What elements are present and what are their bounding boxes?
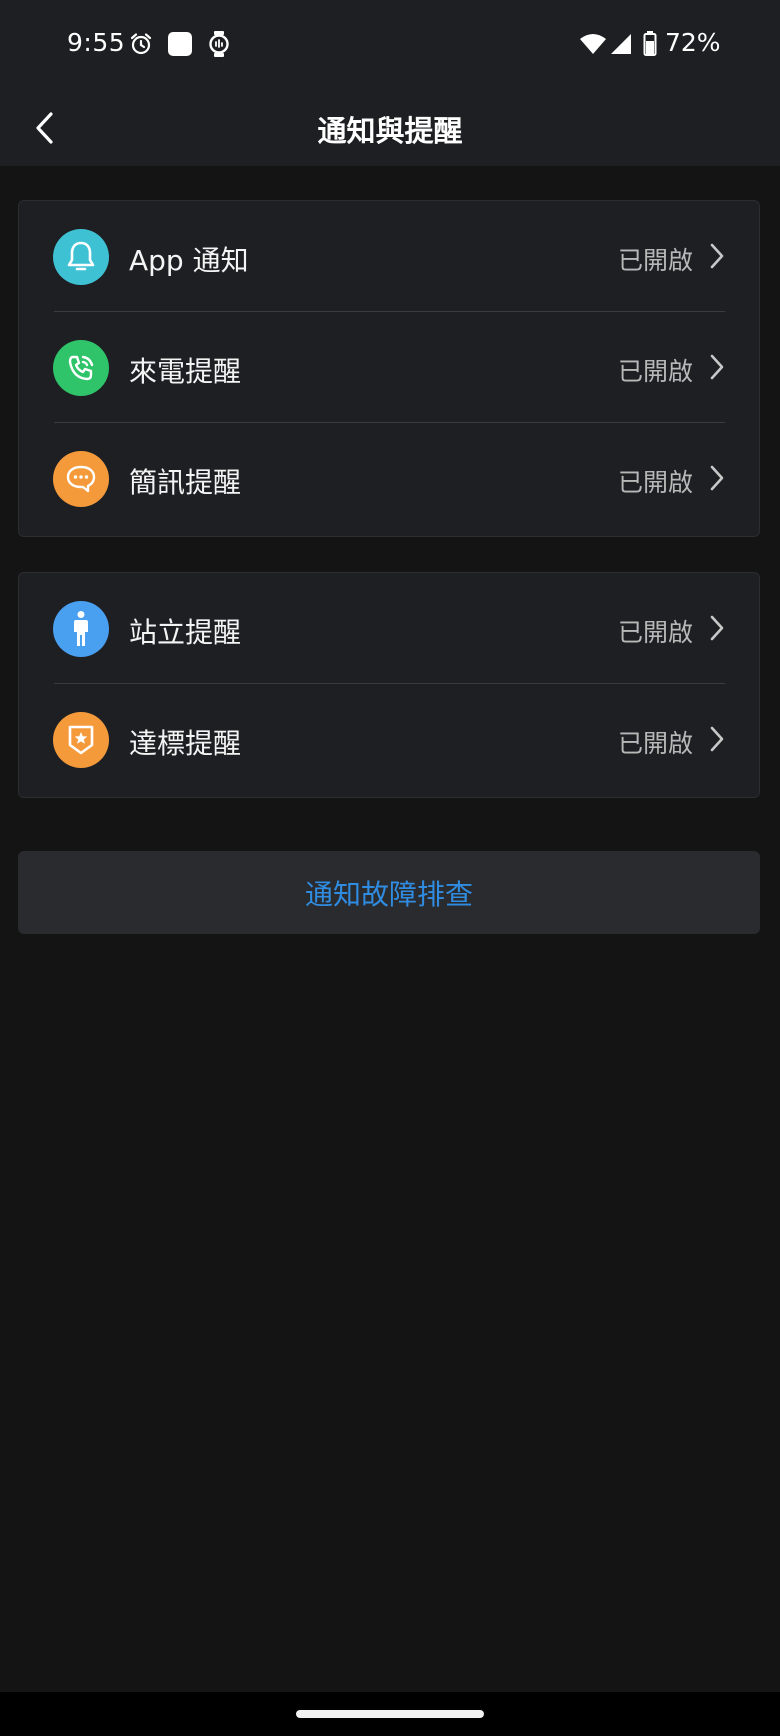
row-label: App 通知 [129, 244, 249, 277]
row-status: 已開啟 [617, 468, 693, 497]
phone-icon [53, 340, 109, 396]
signal-icon [608, 28, 634, 60]
row-sms-reminder[interactable]: 簡訊提醒 已開啟 [19, 423, 759, 534]
notifications-group: App 通知 已開啟 來電提醒 已開啟 簡訊提醒 已開啟 [18, 200, 760, 537]
row-standing-reminder[interactable]: 站立提醒 已開啟 [19, 573, 759, 684]
row-goal-reminder[interactable]: 達標提醒 已開啟 [19, 684, 759, 795]
row-call-reminder[interactable]: 來電提醒 已開啟 [19, 312, 759, 423]
app-bar: 通知與提醒 [0, 90, 780, 166]
chevron-right-icon [707, 241, 727, 271]
alarm-icon [128, 28, 154, 60]
message-icon [53, 451, 109, 507]
chevron-right-icon [707, 352, 727, 382]
standing-person-icon [53, 601, 109, 657]
home-indicator[interactable] [296, 1710, 484, 1718]
row-status: 已開啟 [617, 729, 693, 758]
battery-icon [640, 28, 660, 60]
watch-icon [206, 28, 232, 60]
bell-icon [53, 229, 109, 285]
row-app-notifications[interactable]: App 通知 已開啟 [19, 201, 759, 312]
row-label: 簡訊提醒 [129, 466, 242, 499]
reminders-group: 站立提醒 已開啟 達標提醒 已開啟 [18, 572, 760, 798]
row-status: 已開啟 [617, 246, 693, 275]
troubleshoot-button[interactable]: 通知故障排查 [18, 851, 760, 934]
square-app-icon [166, 28, 194, 60]
row-label: 站立提醒 [129, 616, 242, 649]
battery-percentage: 72% [665, 28, 721, 57]
chevron-right-icon [707, 724, 727, 754]
chevron-right-icon [707, 613, 727, 643]
row-label: 達標提醒 [129, 727, 242, 760]
chevron-right-icon [707, 463, 727, 493]
badge-icon [53, 712, 109, 768]
row-label: 來電提醒 [129, 355, 242, 388]
status-time: 9:55 [67, 28, 126, 57]
row-status: 已開啟 [617, 357, 693, 386]
row-status: 已開啟 [617, 618, 693, 647]
wifi-icon [578, 28, 608, 60]
page-title: 通知與提醒 [317, 114, 463, 148]
status-bar: 9:55 72% [0, 0, 780, 90]
